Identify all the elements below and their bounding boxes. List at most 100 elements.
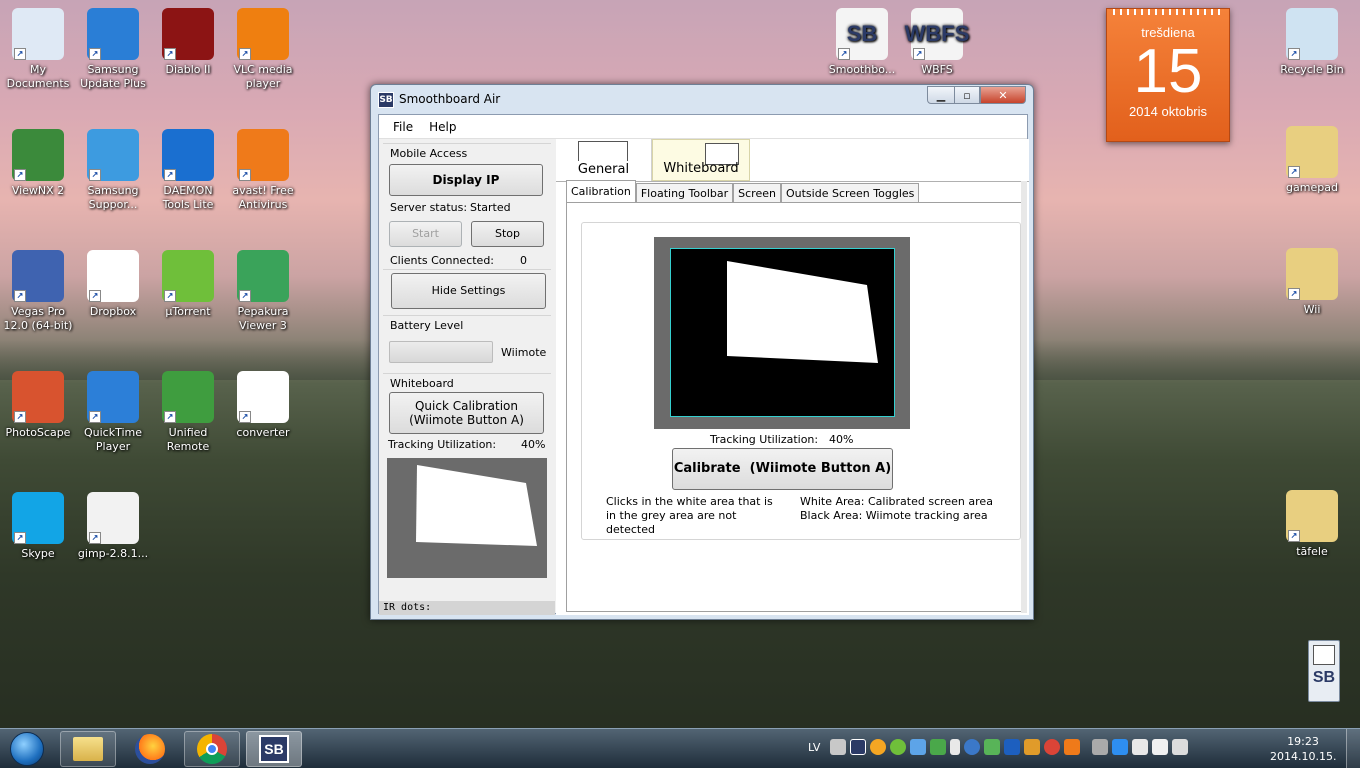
subtab-floating-toolbar[interactable]: Floating Toolbar [635, 183, 734, 202]
desktop-icon-14[interactable]: ↗ Unified Remote [150, 371, 226, 454]
desktop-icon-13[interactable]: ↗ QuickTime Player [75, 371, 151, 454]
desktop-right-icon-0[interactable]: ↗ Recycle Bin [1274, 8, 1350, 77]
battery-tray-icon[interactable] [950, 739, 961, 755]
desktop-icon-label: QuickTime Player [83, 426, 143, 453]
desktop-top-icon-1[interactable]: WBFS ↗ WBFS [899, 8, 975, 77]
desktop-icon-16[interactable]: ↗ Skype [0, 492, 76, 561]
desktop-right-icon-1-icon: ↗ [1286, 126, 1338, 178]
tab-whiteboard[interactable]: Whiteboard [652, 139, 750, 181]
bluetooth-icon[interactable] [1004, 739, 1021, 755]
desktop-right-icon-3-icon: ↗ [1286, 490, 1338, 542]
display-ip-button[interactable]: Display IP [389, 164, 543, 196]
taskbar-smoothboard[interactable]: SB [246, 731, 302, 767]
desktop-icon-11[interactable]: ↗ Pepakura Viewer 3 [225, 250, 301, 333]
desktop-right-icon-2[interactable]: ↗ Wii [1274, 248, 1350, 317]
ir-preview [387, 458, 547, 578]
tab-area: General Whiteboard Calibration Floating … [556, 139, 1029, 615]
desktop-icon-1[interactable]: ↗ Samsung Update Plus [75, 8, 151, 91]
desktop-icon-label: Unified Remote [166, 426, 210, 453]
orange-circle-icon[interactable] [870, 739, 887, 755]
shortcut-arrow-icon: ↗ [14, 48, 26, 60]
general-tab-icon [578, 141, 628, 161]
app-icon: SB [378, 92, 394, 108]
smoothboard-floating-widget[interactable]: SB [1308, 640, 1340, 702]
avast-tray-icon[interactable] [1064, 739, 1081, 755]
shortcut-arrow-icon: ↗ [89, 169, 101, 181]
shield-check-icon[interactable] [930, 739, 947, 755]
language-indicator[interactable]: LV [808, 741, 820, 754]
minimize-button[interactable]: ▁ [927, 86, 955, 104]
taskbar-firefox[interactable] [122, 731, 178, 767]
stop-server-button[interactable]: Stop [471, 221, 544, 247]
close-icon: ✕ [998, 88, 1008, 102]
shortcut-arrow-icon: ↗ [1288, 288, 1300, 300]
menu-file[interactable]: File [385, 120, 421, 134]
dropbox-tray-icon[interactable] [1112, 739, 1129, 755]
bell-icon[interactable] [1092, 739, 1109, 755]
keyboard-icon[interactable] [830, 739, 847, 755]
menu-help[interactable]: Help [421, 120, 464, 134]
subtab-screen[interactable]: Screen [733, 183, 781, 202]
desktop-icon-5-icon: ↗ [87, 129, 139, 181]
wifi-signal-icon[interactable] [1172, 739, 1189, 755]
taskbar-explorer[interactable] [60, 731, 116, 767]
desktop-icon-9[interactable]: ↗ Dropbox [75, 250, 151, 319]
system-clock[interactable]: 19:23 2014.10.15. [1270, 734, 1336, 764]
smoothboard-icon: SB [259, 735, 289, 763]
utorrent-tray-icon[interactable] [890, 739, 907, 755]
clients-connected-label: Clients Connected: [390, 254, 495, 267]
subtab-outside-screen-toggles[interactable]: Outside Screen Toggles [780, 183, 920, 202]
shortcut-arrow-icon: ↗ [164, 290, 176, 302]
maximize-button[interactable]: ▫ [954, 86, 980, 104]
smoothboard-tray-icon[interactable] [850, 739, 867, 755]
desktop-icon-17[interactable]: ↗ gimp-2.8.1... [75, 492, 151, 561]
tab-general[interactable]: General [556, 139, 652, 181]
taskbar-chrome[interactable] [184, 731, 240, 767]
start-button[interactable] [4, 730, 50, 768]
desktop-icon-3[interactable]: ↗ VLC media player [225, 8, 301, 91]
flag-icon[interactable] [1152, 739, 1169, 755]
calib-tracking-label: Tracking Utilization: [710, 433, 819, 446]
network-icon[interactable] [1024, 739, 1041, 755]
desktop-icon-label: Recycle Bin [1280, 63, 1344, 76]
desktop-top-icon-0[interactable]: SB ↗ Smoothbo... [824, 8, 900, 77]
start-server-button[interactable]: Start [389, 221, 462, 247]
right-scrollbar[interactable] [1021, 181, 1027, 613]
desktop-right-icon-1[interactable]: ↗ gamepad [1274, 126, 1350, 195]
desktop-icon-label: converter [236, 426, 290, 439]
desktop-icon-label: My Documents [6, 63, 70, 90]
show-desktop-button[interactable] [1346, 729, 1360, 768]
shortcut-arrow-icon: ↗ [14, 169, 26, 181]
hide-settings-button[interactable]: Hide Settings [391, 273, 546, 309]
desktop-icon-label: gimp-2.8.1... [77, 547, 149, 560]
volume-icon[interactable] [1132, 739, 1149, 755]
shortcut-arrow-icon: ↗ [164, 169, 176, 181]
chrome-tray-icon[interactable] [1044, 739, 1061, 755]
desktop-icon-12-icon: ↗ [12, 371, 64, 423]
sync-icon[interactable] [984, 739, 1001, 755]
globe-tray-icon[interactable] [964, 739, 981, 755]
desktop-icon-10[interactable]: ↗ µTorrent [150, 250, 226, 319]
title-bar[interactable]: SB Smoothboard Air ▁ ▫ ✕ [371, 85, 1033, 113]
desktop-icon-label: Samsung Suppor... [87, 184, 139, 211]
desktop-right-icon-3[interactable]: ↗ tāfele [1274, 490, 1350, 559]
calibrate-button[interactable]: Calibrate (Wiimote Button A) [672, 448, 893, 490]
desktop-icon-8[interactable]: ↗ Vegas Pro 12.0 (64-bit) [0, 250, 76, 333]
desktop-icon-12[interactable]: ↗ PhotoScape [0, 371, 76, 440]
clock-date: 2014.10.15. [1270, 750, 1337, 763]
desktop-icon-5[interactable]: ↗ Samsung Suppor... [75, 129, 151, 212]
desktop-icon-6[interactable]: ↗ DAEMON Tools Lite [150, 129, 226, 212]
desktop-icon-7[interactable]: ↗ avast! Free Antivirus [225, 129, 301, 212]
desktop-icon-2[interactable]: ↗ Diablo II [150, 8, 226, 77]
calendar-month: 2014 oktobris [1128, 104, 1208, 119]
desktop-icon-0[interactable]: ↗ My Documents [0, 8, 76, 91]
calendar-gadget[interactable]: trešdiena 15 2014 oktobris [1106, 8, 1230, 142]
subtab-calibration[interactable]: Calibration [566, 180, 636, 202]
battery-title: Battery Level [390, 319, 464, 332]
quick-calibration-button[interactable]: Quick Calibration (Wiimote Button A) [389, 392, 544, 434]
desktop-icon-15[interactable]: ↗ converter [225, 371, 301, 440]
shortcut-arrow-icon: ↗ [1288, 166, 1300, 178]
display-icon[interactable] [910, 739, 927, 755]
close-button[interactable]: ✕ [980, 86, 1026, 104]
desktop-icon-4[interactable]: ↗ ViewNX 2 [0, 129, 76, 198]
